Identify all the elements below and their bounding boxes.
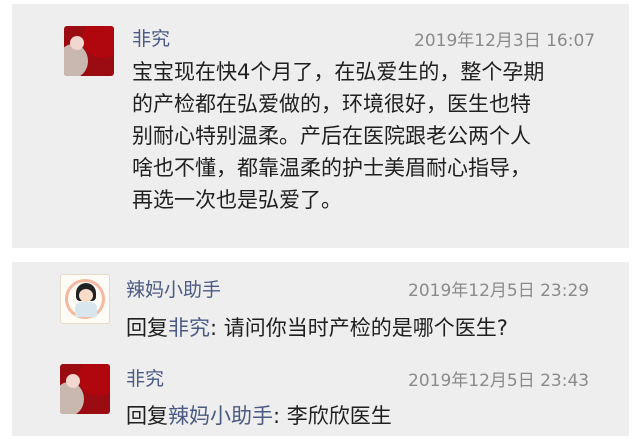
reply-author[interactable]: 辣妈小助手 [126,275,221,302]
avatar[interactable] [60,364,110,414]
comment-line: 别耐心特别温柔。产后在医院跟老公两个人 [132,124,531,148]
reply-body: : 李欣欣医生 [273,404,392,428]
reply-text: 回复非究: 请问你当时产检的是哪个医生? [126,312,508,342]
reply-prefix: 回复 [126,316,168,340]
reply-card: 辣妈小助手 2019年12月5日 23:29 回复非究: 请问你当时产检的是哪个… [12,262,629,436]
comment-line: 的产检都在弘爱做的，环境很好，医生也特 [132,92,531,116]
comment-text: 宝宝现在快4个月了，在弘爱生的，整个孕期 的产检都在弘爱做的，环境很好，医生也特… [132,56,612,216]
comment-line: 再选一次也是弘爱了。 [132,188,342,212]
reply-target-link[interactable]: 非究 [168,316,210,340]
comment-card: 非究 2019年12月3日 16:07 宝宝现在快4个月了，在弘爱生的，整个孕期… [12,4,629,248]
comment-author[interactable]: 非究 [132,24,170,51]
avatar[interactable] [60,274,110,324]
reply-time: 2019年12月5日 23:43 [408,371,590,391]
reply-body: : 请问你当时产检的是哪个医生? [210,316,508,340]
comment-time: 2019年12月3日 16:07 [414,31,596,51]
avatar[interactable] [64,26,114,76]
reply-prefix: 回复 [126,404,168,428]
reply-text: 回复辣妈小助手: 李欣欣医生 [126,400,392,430]
comment-line: 宝宝现在快4个月了，在弘爱生的，整个孕期 [132,60,545,84]
reply-author[interactable]: 非究 [126,364,164,391]
reply-time: 2019年12月5日 23:29 [408,281,590,301]
comment-line: 啥也不懂，都靠温柔的护士美眉耐心指导， [132,156,531,180]
reply-target-link[interactable]: 辣妈小助手 [168,404,273,428]
